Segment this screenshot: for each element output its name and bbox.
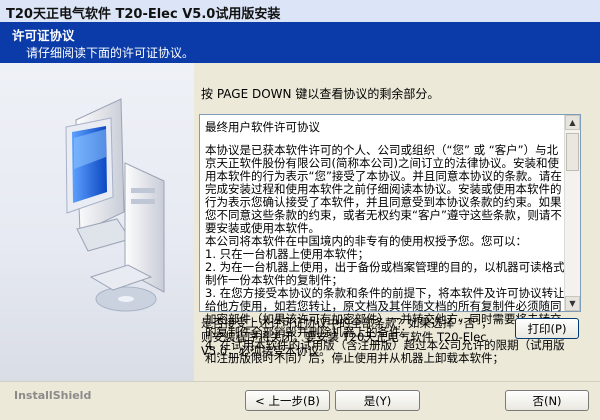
header-title: 许可证协议 [12,28,75,43]
scroll-down-arrow-icon[interactable]: ▼ [565,296,580,311]
print-button[interactable]: 打印(P) [515,318,579,339]
installer-window: T20天正电气软件 T20-Elec V5.0试用版安装 许可证协议 请仔细阅读… [0,0,600,420]
instruction-text: 按 PAGE DOWN 键以查看协议的剩余部分。 [201,87,440,101]
license-paragraph: 2. 为在一台机器上使用，出于备份或档案管理的目的，以机器可读格式制作一份本软件… [205,260,565,287]
title-bar: T20天正电气软件 T20-Elec V5.0试用版安装 [0,0,600,23]
back-button[interactable]: < 上一步(B) [245,390,330,411]
accept-question: 是否接受上述许可证协议中的全部条款？如果选择 “否”，则安装程序将关闭。要安装 … [201,316,493,358]
no-button[interactable]: 否(N) [505,390,589,411]
installshield-logo: InstallShield [14,389,92,402]
installer-illustration-panel [0,63,194,381]
main-content: 按 PAGE DOWN 键以查看协议的剩余部分。 最终用户软件许可协议 本协议是… [0,63,600,381]
header-subtitle: 请仔细阅读下面的许可证协议。 [26,46,195,60]
vertical-scrollbar[interactable]: ▲ ▼ [564,115,580,311]
yes-button[interactable]: 是(Y) [335,390,420,411]
license-paragraph: 本协议是已获本软件许可的个人、公司或组织（“您” 或 “客户”）与北京天正软件股… [205,143,562,235]
license-title: 最终用户软件许可协议 [205,120,320,134]
footer-bar: InstallShield < 上一步(B) 是(Y) 否(N) [0,381,600,420]
dialog-header: 许可证协议 请仔细阅读下面的许可证协议。 [0,22,600,63]
license-textbox[interactable]: 最终用户软件许可协议 本协议是已获本软件许可的个人、公司或组织（“您” 或 “客… [199,114,581,365]
scroll-thumb[interactable] [566,133,579,171]
computer-icon [65,98,165,312]
window-title: T20天正电气软件 T20-Elec V5.0试用版安装 [6,7,281,22]
scroll-up-arrow-icon[interactable]: ▲ [565,115,580,130]
